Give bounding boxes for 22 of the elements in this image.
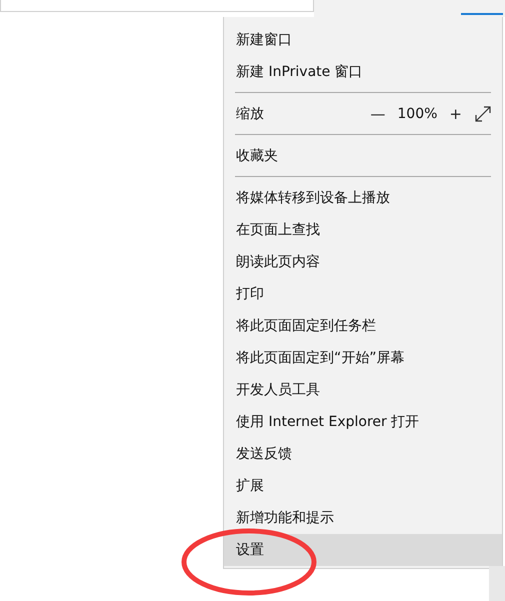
menu-item[interactable]: 将媒体转移到设备上播放 [224, 182, 502, 214]
scrollbar[interactable] [489, 566, 505, 601]
zoom-label: 缩放 [236, 105, 264, 123]
fullscreen-icon[interactable] [474, 105, 492, 123]
menu-item[interactable]: 在页面上查找 [224, 214, 502, 246]
address-bar[interactable] [0, 0, 314, 12]
menu-item[interactable]: 新建 InPrivate 窗口 [224, 56, 502, 88]
menu-item[interactable]: 设置 [224, 534, 502, 566]
menu-item[interactable]: 发送反馈 [224, 438, 502, 470]
menu-item[interactable]: 新建窗口 [224, 24, 502, 56]
zoom-out-button[interactable]: — [366, 105, 390, 123]
menu-item[interactable]: 朗读此页内容 [224, 246, 502, 278]
menu-item[interactable]: 使用 Internet Explorer 打开 [224, 406, 502, 438]
menu-item[interactable]: 打印 [224, 278, 502, 310]
menu-item[interactable]: 将此页面固定到“开始”屏幕 [224, 342, 502, 374]
zoom-value: 100% [397, 106, 438, 122]
zoom-in-button[interactable]: + [445, 105, 466, 123]
menu-item[interactable]: 将此页面固定到任务栏 [224, 310, 502, 342]
menu-item[interactable]: 扩展 [224, 470, 502, 502]
menu-item[interactable]: 开发人员工具 [224, 374, 502, 406]
menu-item[interactable]: 收藏夹 [224, 140, 502, 172]
menu-item[interactable]: 新增功能和提示 [224, 502, 502, 534]
